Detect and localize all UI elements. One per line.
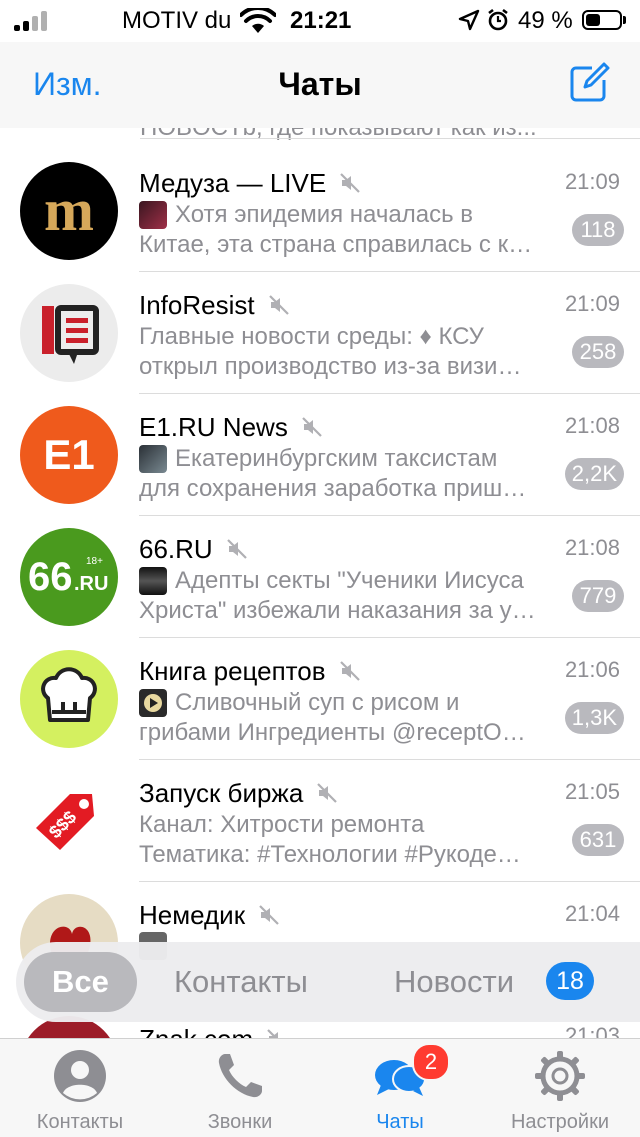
compose-icon[interactable] [568, 62, 610, 104]
chat-list[interactable]: HOBOCTb, где показывают как из... m Меду… [0, 128, 640, 1038]
tab-label: Чаты [376, 1111, 424, 1133]
chat-title: E1.RU News [139, 411, 288, 442]
chat-message-preview: Адепты секты "Ученики Иисуса Христа" изб… [139, 567, 536, 624]
page-title: Чаты [278, 66, 362, 102]
chat-row-recipes[interactable]: Книга рецептов 21:06 Сливочный суп с рис… [0, 638, 640, 760]
muted-icon [267, 1029, 279, 1038]
chat-message-preview: Хотя эпидемия началась в Китае, эта стра… [139, 201, 533, 258]
video-thumbnail [139, 689, 167, 717]
tab-calls[interactable]: Звонки [160, 1039, 320, 1137]
status-bar: MOTIV du 21:21 49 % [0, 0, 640, 42]
chat-message-preview: Главные новости среды: ♦ КСУ открыл прои… [139, 323, 522, 380]
chat-title: 66.RU [139, 533, 213, 564]
chat-time: 21:08 [564, 535, 620, 560]
chat-row-meduza[interactable]: m Медуза — LIVE 21:09 Хотя эпидемия нача… [0, 150, 640, 272]
wifi-icon [240, 8, 276, 33]
chat-row-66ru[interactable]: 66 .RU 18+ 66.RU 21:08 Адепты секты "Уче… [0, 516, 640, 638]
avatar: m [20, 162, 118, 260]
chat-time: 21:04 [564, 901, 620, 926]
alarm-icon [488, 8, 508, 31]
chat-time: 21:03 [564, 1023, 620, 1038]
phone-icon [218, 1054, 262, 1098]
chat-time: 21:09 [564, 291, 620, 316]
location-icon [458, 9, 480, 31]
avatar: $$$ [20, 772, 118, 870]
gear-icon [535, 1051, 585, 1101]
unread-badge: 258 [572, 336, 624, 368]
chat-row-partial[interactable]: HOBOCTb, где показывают как из... [0, 128, 640, 150]
chat-message-preview: Екатеринбургским таксистам для сохранени… [139, 445, 527, 502]
news-unread-badge: 18 [546, 962, 594, 1000]
status-time: 21:21 [290, 7, 352, 34]
chat-row-zapusk-birzha[interactable]: $$$ Запуск биржа 21:05 Канал: Хитрости р… [0, 760, 640, 882]
avatar: 66 .RU 18+ [20, 528, 118, 626]
tab-label: Настройки [510, 1111, 610, 1133]
tab-settings[interactable]: Настройки [480, 1039, 640, 1137]
avatar [20, 284, 118, 382]
chat-filter-tabs: Все Контакты Новости 18 [16, 942, 640, 1022]
unread-badge: 118 [572, 214, 624, 246]
muted-icon [226, 539, 247, 559]
chat-message-preview: Канал: Хитрости ремонта Тематика: #Техно… [139, 811, 521, 868]
chat-title: Книга рецептов [139, 655, 326, 686]
chat-title: InfoResist [139, 289, 255, 320]
tab-bar: Контакты Звонки 2 Чаты Настройки [0, 1038, 640, 1137]
person-icon [54, 1050, 106, 1102]
muted-icon [268, 295, 289, 315]
chat-time: 21:06 [564, 657, 620, 682]
chat-title: Запуск биржа [139, 777, 304, 808]
chat-row-e1-news[interactable]: E1 E1.RU News 21:08 Екатеринбургским так… [0, 394, 640, 516]
chat-title: Медуза — LIVE [139, 167, 327, 198]
battery-icon [582, 10, 622, 30]
chat-title: Znak.com [139, 1024, 253, 1039]
muted-icon [340, 173, 360, 193]
chat-time: 21:05 [564, 779, 620, 804]
chat-row-inforesist[interactable]: InfoResist 21:09 Главные новости среды: … [0, 272, 640, 394]
svg-text:.RU: .RU [74, 573, 108, 595]
avatar [20, 650, 118, 748]
muted-icon [317, 783, 338, 803]
chats-unread-badge: 2 [412, 1043, 450, 1081]
unread-badge: 779 [572, 580, 624, 612]
avatar-letter: 66 [28, 555, 73, 599]
chat-message-preview: Сливочный суп с рисом и грибами Ингредие… [139, 689, 526, 746]
avatar: E1 [20, 406, 118, 504]
signal-icon [14, 11, 48, 31]
avatar-letter: m [44, 177, 94, 243]
muted-icon [302, 417, 322, 437]
carrier-name: MOTIV du [122, 7, 232, 34]
chat-title: Немедик [139, 899, 246, 930]
battery-percent: 49 % [518, 7, 573, 34]
divider [140, 138, 640, 139]
muted-icon [259, 905, 279, 925]
avatar-letter: E1 [43, 431, 94, 478]
chat-message-preview: HOBOCTb, где показывают как из... [140, 128, 537, 142]
svg-text:18+: 18+ [86, 556, 103, 567]
chat-time: 21:09 [564, 169, 620, 194]
media-thumbnail [139, 201, 167, 229]
media-thumbnail [139, 445, 167, 473]
navigation-bar: Изм. Чаты [0, 42, 640, 128]
tab-label: Звонки [207, 1111, 273, 1133]
unread-badge: 2,2K [564, 458, 624, 490]
unread-badge: 631 [572, 824, 624, 856]
media-thumbnail [139, 567, 167, 595]
filter-tab-all[interactable]: Все [24, 952, 137, 1012]
filter-tab-news[interactable]: Новости [394, 952, 514, 1012]
tab-chats[interactable]: 2 Чаты [320, 1039, 480, 1137]
filter-tab-contacts[interactable]: Контакты [174, 952, 308, 1012]
unread-badge: 1,3K [564, 702, 624, 734]
tab-contacts[interactable]: Контакты [0, 1039, 160, 1137]
chat-time: 21:08 [564, 413, 620, 438]
tab-label: Контакты [36, 1111, 124, 1133]
muted-icon [339, 661, 360, 681]
